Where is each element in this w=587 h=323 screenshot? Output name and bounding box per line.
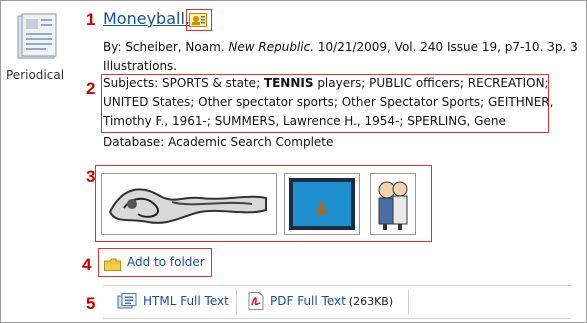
subjects-line-2: UNITED States; Other spectator sports; O… [103,95,554,109]
subjects-line-3: Timothy F., 1961-; SUMMERS, Lawrence H.,… [103,114,506,128]
periodical-label: Periodical [6,68,65,82]
pdf-icon [248,292,264,310]
tab-separator-end [408,290,409,314]
subjects-line-1-end: players; PUBLIC officers; RECREATION; [313,76,549,90]
record-title-link[interactable]: Moneyball. [103,9,190,28]
database-line: Database: Academic Search Complete [103,135,334,149]
thumbnail-photo-2[interactable] [284,173,360,235]
thumbnail-illustration-1[interactable] [101,173,277,235]
journal-name: New Republic. [228,40,315,54]
byline-line-1: By: Scheiber, Noam. New Republic. 10/21/… [103,38,578,57]
folder-icon [104,256,121,271]
annotation-2: 2 [86,79,96,98]
add-to-folder-label: Add to folder [127,255,205,269]
tab-separator [236,290,237,314]
pdf-fulltext-label: PDF Full Text [270,294,346,308]
subjects-line-1: Subjects: SPORTS & state; TENNIS players… [103,74,549,93]
html-fulltext-link[interactable]: HTML Full Text [117,292,229,310]
annotation-4: 4 [82,255,92,274]
thumbnail-caricature-3[interactable] [370,173,416,235]
html-fulltext-icon [117,293,137,309]
periodical-icon [16,12,60,60]
add-to-folder-button[interactable]: Add to folder [104,254,205,271]
annotation-1: 1 [86,10,96,29]
html-fulltext-label: HTML Full Text [143,294,229,308]
subject-bold-term: TENNIS [263,76,314,90]
byline-prefix: By: Scheiber, Noam. [103,40,229,54]
pdf-fulltext-link[interactable]: PDF Full Text (263KB) [248,292,393,310]
image-badge-icon[interactable] [189,12,207,27]
fulltext-tab-bar: HTML Full Text PDF Full Text (263KB) [103,285,571,319]
annotation-5: 5 [86,294,96,313]
pdf-file-size: (263KB) [348,294,394,308]
subjects-line-1-start: Subjects: SPORTS & state; [103,76,264,90]
byline-suffix: 10/21/2009, Vol. 240 Issue 19, p7-10. 3p… [314,40,578,54]
